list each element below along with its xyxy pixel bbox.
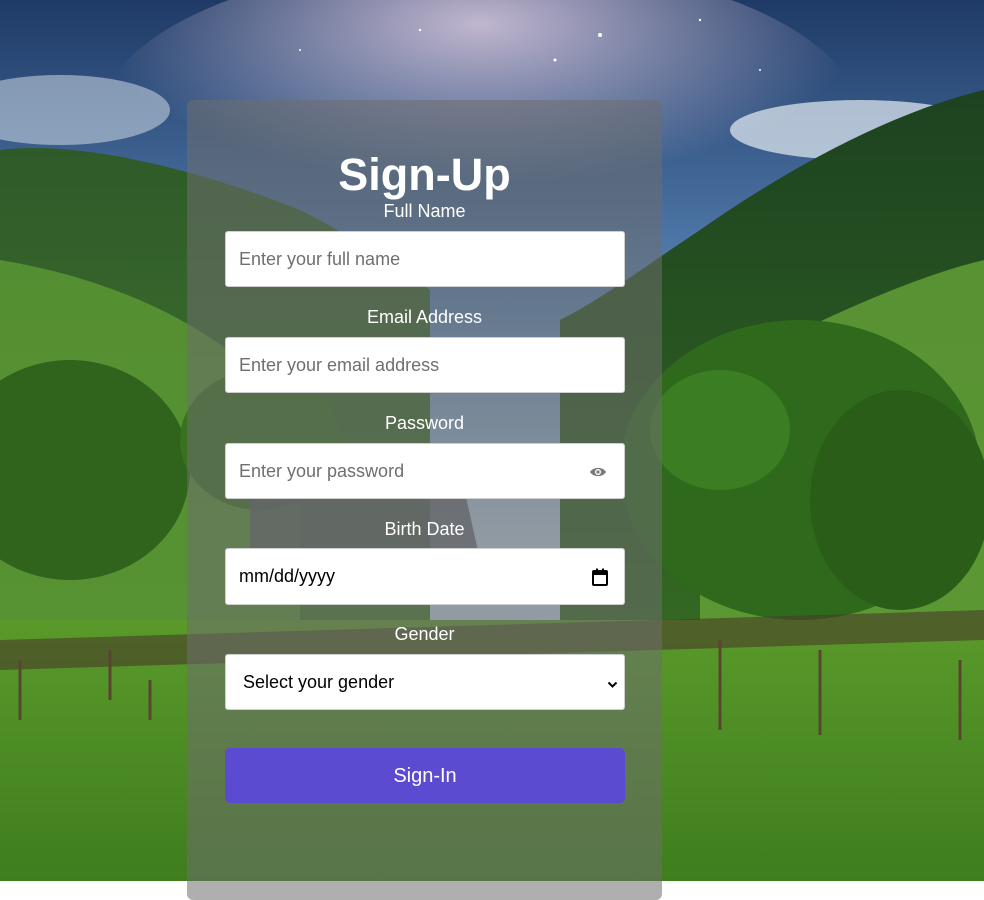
password-input[interactable] [225,443,625,499]
gender-label: Gender [394,624,455,644]
eye-icon[interactable] [589,465,607,479]
gender-select[interactable]: Select your gender [225,654,625,710]
password-field [225,443,625,499]
chevron-down-icon [607,677,618,688]
birth-date-label: Birth Date [384,519,465,539]
email-input[interactable] [225,337,625,393]
gender-selected-value: Select your gender [243,672,395,692]
full-name-input[interactable] [225,231,625,287]
calendar-icon[interactable] [592,568,608,586]
full-name-label: Full Name [383,201,466,221]
email-label: Email Address [366,307,483,327]
signup-card: Sign-Up Full Name Email Address Password… [187,100,662,900]
birth-date-value: mm/dd/yyyy [239,566,336,586]
sign-in-button[interactable]: Sign-In [225,748,625,803]
birth-date-input[interactable]: mm/dd/yyyy [225,548,625,605]
password-label: Password [384,413,465,433]
page-title: Sign-Up [338,149,511,200]
